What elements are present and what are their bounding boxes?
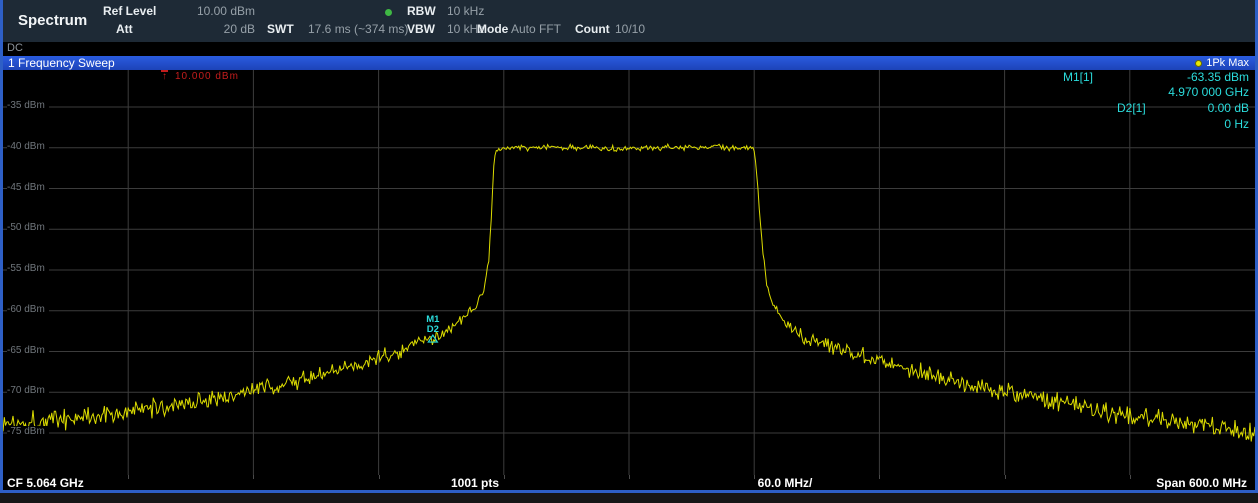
att-label: Att — [116, 22, 133, 36]
header-bar: Spectrum Ref Level 10.00 dBm Att 20 dB S… — [3, 0, 1255, 42]
count-label: Count — [575, 22, 610, 36]
spectrum-analyzer-screen: Spectrum Ref Level 10.00 dBm Att 20 dB S… — [0, 0, 1258, 503]
per-division-value: 60.0 MHz/ — [758, 476, 813, 490]
marker-d2-label[interactable]: D2[1] — [1117, 101, 1146, 115]
x-axis-tick — [128, 475, 129, 479]
window-title-bar[interactable]: 1 Frequency Sweep 1Pk Max — [3, 56, 1255, 70]
marker-m1-label[interactable]: M1[1] — [1063, 70, 1093, 84]
y-axis-label: -35 dBm — [7, 100, 49, 111]
sweep-points-value[interactable]: 1001 pts — [451, 476, 499, 490]
rbw-value[interactable]: 10 kHz — [447, 4, 484, 18]
ref-level-indicator-value: 10.000 dBm — [175, 71, 239, 82]
marker-m1-frequency: 4.970 000 GHz — [1168, 85, 1249, 99]
marker-d2-frequency: 0 Hz — [1224, 117, 1249, 131]
ref-level-indicator: ↑ 10.000 dBm — [161, 70, 239, 82]
y-axis-label: -60 dBm — [7, 304, 49, 315]
bottom-strip — [0, 493, 1258, 503]
x-axis-tick — [504, 475, 505, 479]
ref-level-arrow-icon: ↑ — [161, 70, 168, 82]
x-axis-tick — [1130, 475, 1131, 479]
trace-mode-label: 1Pk Max — [1206, 56, 1249, 70]
mode-label: Mode — [477, 22, 508, 36]
swt-label: SWT — [267, 22, 294, 36]
y-axis-label: -55 dBm — [7, 263, 49, 274]
ref-level-label: Ref Level — [103, 4, 156, 18]
spectrum-analyzer-window: Spectrum Ref Level 10.00 dBm Att 20 dB S… — [0, 0, 1258, 493]
plot-area[interactable]: M1D2 -35 dBm -40 dBm -45 dBm -50 dBm -55 dBm… — [3, 70, 1255, 475]
spectrum-trace-canvas: M1D2 — [3, 70, 1255, 475]
att-value[interactable]: 20 dB — [163, 22, 255, 36]
swt-value[interactable]: 17.6 ms (~374 ms) — [308, 22, 408, 36]
x-axis-tick — [629, 475, 630, 479]
marker-d2-flag: D2 — [427, 324, 439, 335]
footer-bar: CF 5.064 GHz 1001 pts 60.0 MHz/ Span 600… — [3, 475, 1255, 490]
count-value: 10/10 — [615, 22, 645, 36]
vbw-label: VBW — [407, 22, 435, 36]
y-axis-label: -70 dBm — [7, 385, 49, 396]
x-axis-tick — [1005, 475, 1006, 479]
x-axis-tick — [879, 475, 880, 479]
ref-level-value[interactable]: 10.00 dBm — [163, 4, 255, 18]
x-axis-tick — [754, 475, 755, 479]
rbw-status-led — [385, 9, 392, 16]
window-title: 1 Frequency Sweep — [8, 56, 115, 70]
rbw-label: RBW — [407, 4, 436, 18]
y-axis-label: -45 dBm — [7, 182, 49, 193]
y-axis-label: -40 dBm — [7, 141, 49, 152]
dc-coupling-label: DC — [7, 42, 23, 54]
tab-spectrum[interactable]: Spectrum — [18, 0, 87, 42]
mode-value[interactable]: Auto FFT — [511, 22, 561, 36]
trace-mode-indicator[interactable]: 1Pk Max — [1195, 56, 1249, 70]
coupling-indicator-row: DC — [3, 42, 1255, 56]
y-axis-label: -50 dBm — [7, 222, 49, 233]
x-axis-tick — [379, 475, 380, 479]
y-axis-label: -75 dBm — [7, 426, 49, 437]
x-axis-tick — [253, 475, 254, 479]
center-frequency-value[interactable]: CF 5.064 GHz — [7, 476, 84, 490]
trace-active-dot-icon — [1195, 60, 1202, 67]
y-axis-label: -65 dBm — [7, 345, 49, 356]
marker-d2-level: 0.00 dB — [1208, 101, 1249, 115]
marker-m1-level: -63.35 dBm — [1187, 70, 1249, 84]
span-value[interactable]: Span 600.0 MHz — [1156, 476, 1247, 490]
